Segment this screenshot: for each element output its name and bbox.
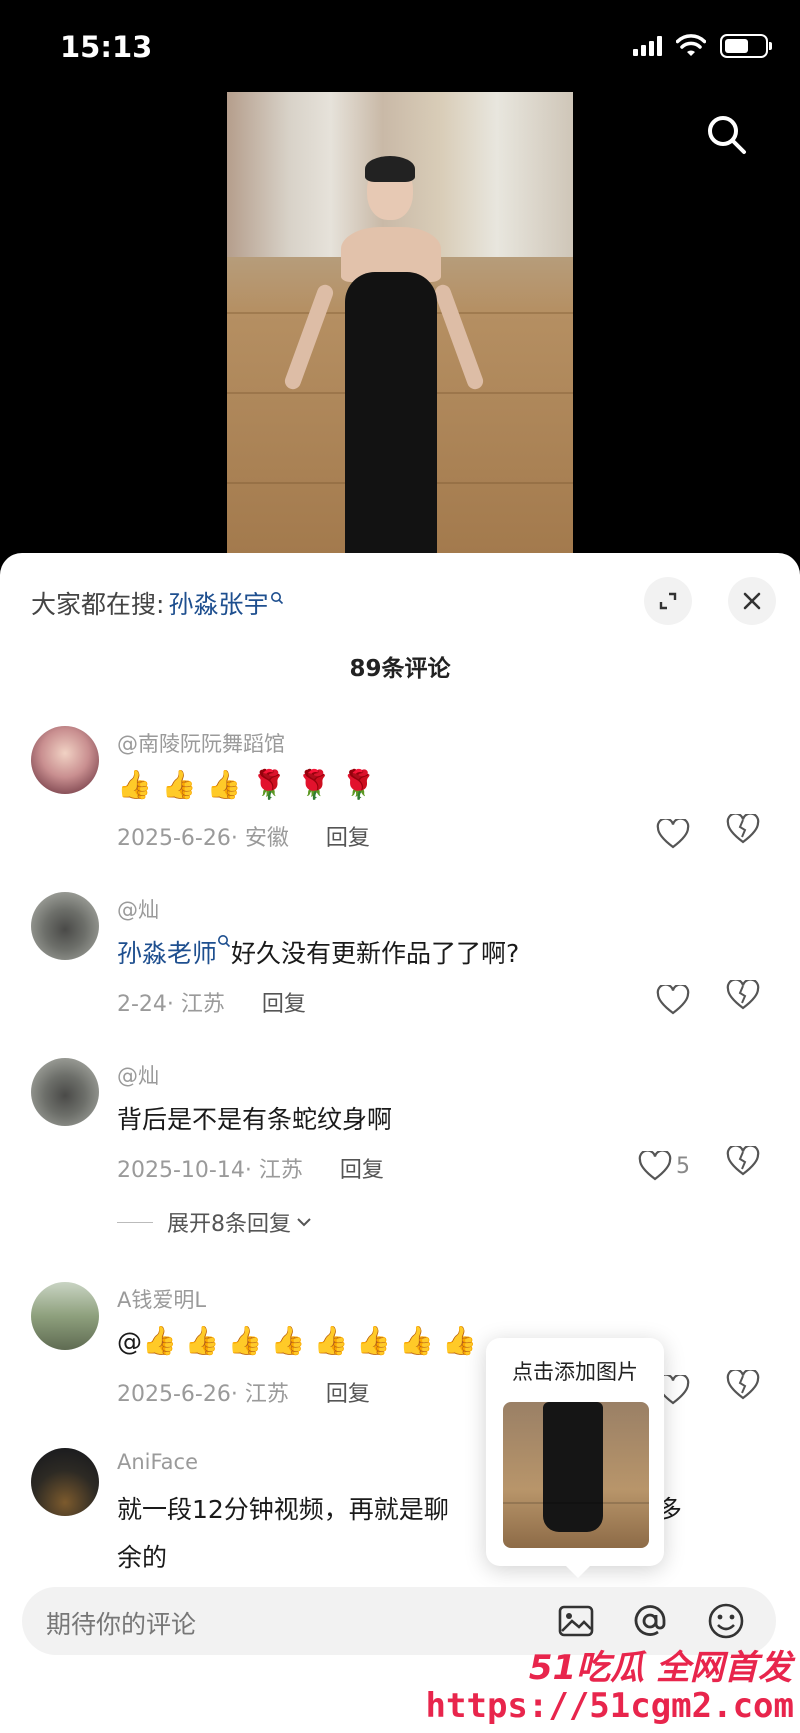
wifi-icon [676, 34, 706, 56]
search-icon[interactable] [704, 112, 750, 158]
thumbs-up-emoji: 👍 [142, 1324, 177, 1357]
hot-search-label: 大家都在搜: [31, 590, 165, 619]
dislike-button[interactable] [726, 812, 766, 854]
video-player[interactable] [227, 92, 573, 554]
emoji-icon[interactable] [706, 1601, 746, 1641]
comment-text: 背后是不是有条蛇纹身啊 [117, 1105, 393, 1134]
comment-date-location: 2-24· 江苏 [117, 992, 225, 1017]
thumbs-up-emoji: 👍 [270, 1324, 306, 1357]
comment-username[interactable]: @灿 [117, 1060, 159, 1090]
battery-icon [720, 34, 772, 58]
video-dancer-figure [282, 156, 486, 554]
add-image-popup[interactable]: 点击添加图片 [486, 1338, 664, 1578]
expand-replies-button[interactable]: 展开8条回复 [117, 1206, 313, 1238]
comment-meta: 2025-6-26· 安徽 回复 [117, 820, 370, 852]
like-button[interactable] [656, 814, 696, 854]
cellular-signal-icon [633, 36, 662, 56]
reply-button[interactable]: 回复 [340, 1158, 384, 1183]
rose-emoji: 🌹 [341, 768, 377, 801]
comment-username[interactable]: AniFace [117, 1450, 198, 1474]
battery-level [725, 39, 748, 53]
comment-text: @👍 👍 👍 👍 👍 👍 👍 👍 [117, 1324, 485, 1357]
broken-heart-icon [726, 1144, 760, 1176]
thumbs-up-emoji: 👍 [184, 1324, 220, 1357]
like-count: 5 [676, 1153, 690, 1179]
comment-body: 就一段12分钟视频，再就是聊 [117, 1495, 449, 1524]
reply-button[interactable]: 回复 [326, 1382, 370, 1407]
status-icons [633, 34, 772, 58]
chevron-down-icon [297, 1218, 311, 1227]
comment-meta: 2025-10-14· 江苏 回复 [117, 1152, 384, 1184]
hot-search-keyword[interactable]: 孙淼张宇 [168, 585, 268, 621]
watermark-title: 51吃瓜 全网首发 [528, 1648, 792, 1688]
thumbs-up-emoji: 👍 [227, 1324, 263, 1357]
thumbs-up-emoji: 👍 [313, 1324, 349, 1357]
expand-button[interactable] [644, 577, 692, 625]
broken-heart-icon [726, 1368, 760, 1400]
comment-username[interactable]: @南陵阮阮舞蹈馆 [117, 728, 285, 758]
expand-replies-label: 展开8条回复 [167, 1212, 291, 1237]
avatar[interactable] [31, 1058, 99, 1126]
thumbs-up-emoji: 👍 [399, 1324, 435, 1357]
avatar[interactable] [31, 1282, 99, 1350]
comment-username[interactable]: A钱爱明L [117, 1284, 206, 1314]
comment-username[interactable]: @灿 [117, 894, 159, 924]
comment-input-placeholder: 期待你的评论 [46, 1610, 197, 1639]
like-button[interactable]: 5 [638, 1146, 718, 1186]
avatar[interactable] [31, 726, 99, 794]
comment-text-line2: 余的 [117, 1543, 168, 1572]
reply-button[interactable]: 回复 [326, 826, 370, 851]
at-mention-icon[interactable] [630, 1601, 670, 1641]
thumbs-up-emoji: 👍 [161, 768, 197, 801]
avatar[interactable] [31, 1448, 99, 1516]
broken-heart-icon [726, 978, 760, 1010]
mention-tag[interactable]: 孙淼老师 [117, 939, 217, 968]
search-small-icon[interactable] [270, 591, 284, 605]
comment-meta: 2-24· 江苏 回复 [117, 986, 306, 1018]
comment-text: 👍 👍 👍 🌹 🌹 🌹 [117, 768, 386, 801]
reply-button[interactable]: 回复 [262, 992, 306, 1017]
comment-date-location: 2025-10-14· 江苏 [117, 1158, 303, 1183]
image-icon[interactable] [556, 1601, 596, 1641]
comment-count-title: 89条评论 [349, 656, 451, 682]
thumbs-up-emoji: 👍 [206, 768, 242, 801]
comment-text: 孙淼老师 好久没有更新作品了了啊? [117, 934, 519, 970]
status-time: 15:13 [60, 30, 153, 64]
avatar[interactable] [31, 892, 99, 960]
hot-search: 大家都在搜: 孙淼张宇 [31, 585, 284, 621]
watermark-url: https://51cgm2.com [425, 1686, 794, 1726]
heart-icon [656, 985, 690, 1015]
dislike-button[interactable] [726, 1368, 766, 1410]
comment-date-location: 2025-6-26· 江苏 [117, 1382, 289, 1407]
thumbs-up-emoji: 👍 [356, 1324, 392, 1357]
thumbs-up-emoji: 👍 [117, 768, 152, 801]
heart-icon [638, 1151, 672, 1181]
thumbs-up-emoji: 👍 [442, 1324, 477, 1357]
comment-meta: 2025-6-26· 江苏 回复 [117, 1376, 370, 1408]
image-thumbnail[interactable] [503, 1402, 649, 1548]
mention-symbol: @ [117, 1327, 142, 1356]
dislike-button[interactable] [726, 1144, 766, 1186]
rose-emoji: 🌹 [296, 768, 332, 801]
heart-icon [656, 819, 690, 849]
like-button[interactable] [656, 980, 696, 1020]
expand-icon [659, 592, 677, 610]
divider [117, 1221, 153, 1223]
close-button[interactable] [728, 577, 776, 625]
comment-body: 好久没有更新作品了了啊? [231, 939, 520, 968]
popup-title: 点击添加图片 [512, 1360, 638, 1384]
broken-heart-icon [726, 812, 760, 844]
dislike-button[interactable] [726, 978, 766, 1020]
comment-date-location: 2025-6-26· 安徽 [117, 826, 289, 851]
search-small-icon[interactable] [217, 934, 231, 948]
rose-emoji: 🌹 [251, 768, 287, 801]
close-icon [743, 592, 761, 610]
